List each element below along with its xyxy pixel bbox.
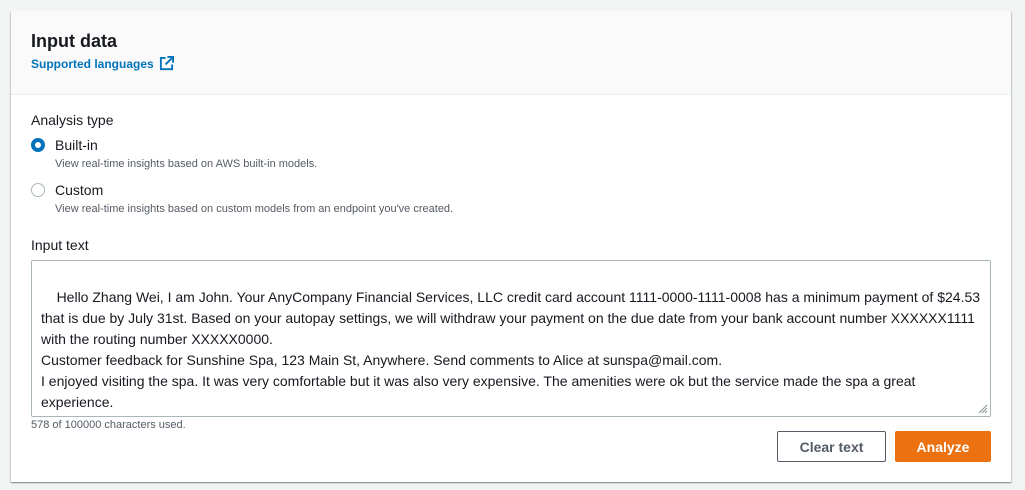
- character-count: 578 of 100000 characters used.: [31, 419, 186, 431]
- radio-custom[interactable]: [31, 183, 45, 197]
- panel-header: Input data Supported languages: [11, 11, 1011, 95]
- resize-grip-icon[interactable]: [978, 404, 988, 414]
- panel-title: Input data: [31, 31, 117, 51]
- supported-languages-link[interactable]: Supported languages: [31, 56, 174, 71]
- radio-built-in-description: View real-time insights based on AWS bui…: [55, 158, 318, 170]
- radio-option-custom[interactable]: Custom View real-time insights based on …: [31, 181, 453, 215]
- input-data-panel: Input data Supported languages Analysis …: [11, 11, 1011, 482]
- analyze-button[interactable]: Analyze: [895, 431, 991, 462]
- radio-option-built-in[interactable]: Built-in View real-time insights based o…: [31, 136, 317, 170]
- input-text-area[interactable]: Hello Zhang Wei, I am John. Your AnyComp…: [31, 260, 991, 417]
- input-text-label: Input text: [31, 237, 89, 253]
- radio-custom-description: View real-time insights based on custom …: [55, 203, 454, 215]
- radio-custom-label: Custom: [55, 182, 104, 198]
- analysis-type-label: Analysis type: [31, 112, 114, 128]
- external-link-icon: [159, 56, 174, 71]
- radio-built-in-label: Built-in: [55, 137, 98, 153]
- clear-text-button[interactable]: Clear text: [777, 431, 886, 462]
- input-text-value: Hello Zhang Wei, I am John. Your AnyComp…: [41, 289, 981, 410]
- radio-built-in[interactable]: [31, 138, 45, 152]
- supported-languages-label: Supported languages: [31, 56, 154, 71]
